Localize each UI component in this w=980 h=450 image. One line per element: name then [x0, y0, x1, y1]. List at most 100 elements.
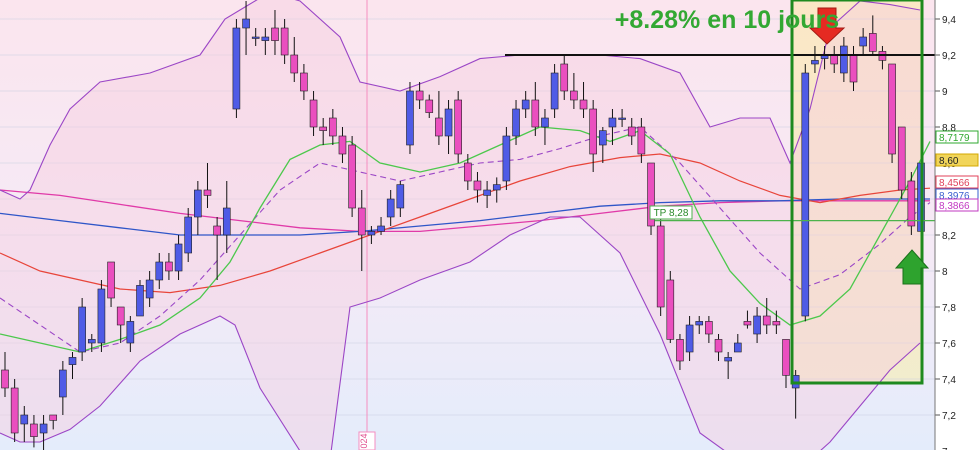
candle-body [203, 189, 212, 196]
candle-body [608, 117, 617, 128]
candle-body [10, 387, 19, 434]
candle-body [20, 414, 29, 425]
candle-body [859, 36, 867, 47]
candle-body [251, 36, 260, 39]
candle [78, 298, 86, 361]
candle-body [145, 279, 154, 299]
candle-body [830, 54, 839, 65]
candle [454, 91, 462, 163]
y-tick-label: 7,4 [942, 375, 956, 386]
candle-body [714, 339, 723, 353]
price-badge-label: 8,3866 [939, 201, 970, 212]
candle-body [406, 90, 414, 146]
candle-body [165, 261, 173, 272]
candle [10, 379, 19, 442]
candle-body [377, 225, 385, 232]
chart-container: TP 8,28 +8.28% en 10 jours 024 9,4 9,2 9 8,… [0, 0, 980, 450]
price-badge: 8,3866 [935, 198, 979, 212]
candle-body [49, 414, 58, 421]
candle-body [367, 231, 376, 236]
candle-body [396, 184, 405, 209]
candle-body [174, 243, 183, 272]
price-badge: 8,4566 [935, 175, 979, 189]
candle [656, 217, 665, 316]
candle [502, 127, 511, 190]
candle-body [724, 357, 732, 362]
candle-body [897, 126, 906, 191]
candle-body [107, 261, 115, 299]
candle-body [329, 117, 337, 137]
price-badge-label: 8,60 [939, 156, 959, 167]
candle-body [579, 99, 588, 110]
candle-body [425, 99, 434, 113]
candle [136, 280, 144, 317]
y-tick-label: 9,2 [942, 51, 956, 62]
candle-body [473, 180, 482, 191]
candle-body [550, 72, 559, 110]
price-badge-label: 8,7179 [939, 133, 970, 144]
candle-body [309, 99, 318, 128]
candle-body [541, 117, 549, 128]
candle-body [762, 315, 771, 326]
candle-body [116, 306, 125, 326]
candle-body [560, 63, 569, 92]
y-tick-label: 8,2 [942, 231, 956, 242]
y-tick-label: 8 [942, 267, 948, 278]
candle-body [685, 324, 694, 353]
tp-label: TP 8,28 [654, 208, 689, 219]
candle-body [30, 423, 38, 437]
candle [801, 64, 810, 322]
candle-body [570, 90, 578, 101]
tp-label-box: TP 8,28 [649, 205, 693, 220]
candle-body [280, 27, 289, 56]
candle-body [222, 207, 231, 236]
candle-body [627, 126, 636, 137]
y-tick-label: 7,2 [942, 411, 956, 422]
candle-body [599, 130, 607, 146]
candle-body [705, 321, 713, 335]
candle [406, 82, 414, 154]
candle-body [666, 279, 675, 340]
candle-body [213, 225, 221, 236]
y-tick-label: 9 [942, 87, 948, 98]
candle-body [772, 321, 781, 326]
candle [97, 280, 106, 352]
price-badge: 8,60 [935, 153, 979, 167]
candle-body [194, 189, 202, 218]
candle-body [637, 126, 646, 155]
y-tick-label: 7,6 [942, 339, 956, 350]
date-label: 024 [359, 433, 369, 448]
candle-body [386, 198, 395, 218]
candle-body [868, 33, 877, 52]
candle-body [733, 342, 742, 353]
candle-body [271, 27, 279, 41]
y-tick-label: 9,4 [942, 15, 956, 26]
candle-body [242, 18, 250, 29]
candle-body [136, 285, 144, 317]
candle-body [126, 321, 135, 344]
candle [907, 172, 916, 235]
candle [888, 63, 896, 163]
candle-body [1, 369, 9, 389]
candle-body [444, 108, 453, 137]
candle-body [232, 27, 241, 110]
date-label-box: 024 [358, 431, 376, 450]
candle-body [261, 36, 270, 41]
price-badge-label: 8,4566 [939, 178, 970, 189]
candle-body [492, 184, 501, 191]
y-tick-label: 7,8 [942, 303, 956, 314]
candle-body [531, 99, 540, 128]
candle-body [39, 423, 48, 434]
candle [666, 271, 675, 343]
candle-body [888, 63, 896, 155]
candle-body [811, 60, 819, 65]
candle [232, 19, 241, 118]
candle-body [502, 135, 511, 182]
candle-body [801, 72, 810, 317]
candle-body [840, 45, 848, 74]
candle-body [907, 180, 916, 227]
candle-body [319, 126, 327, 131]
headline-text: +8.28% en 10 jours [615, 6, 839, 34]
price-badge: 8,7179 [935, 130, 979, 144]
candle-body [454, 99, 462, 155]
